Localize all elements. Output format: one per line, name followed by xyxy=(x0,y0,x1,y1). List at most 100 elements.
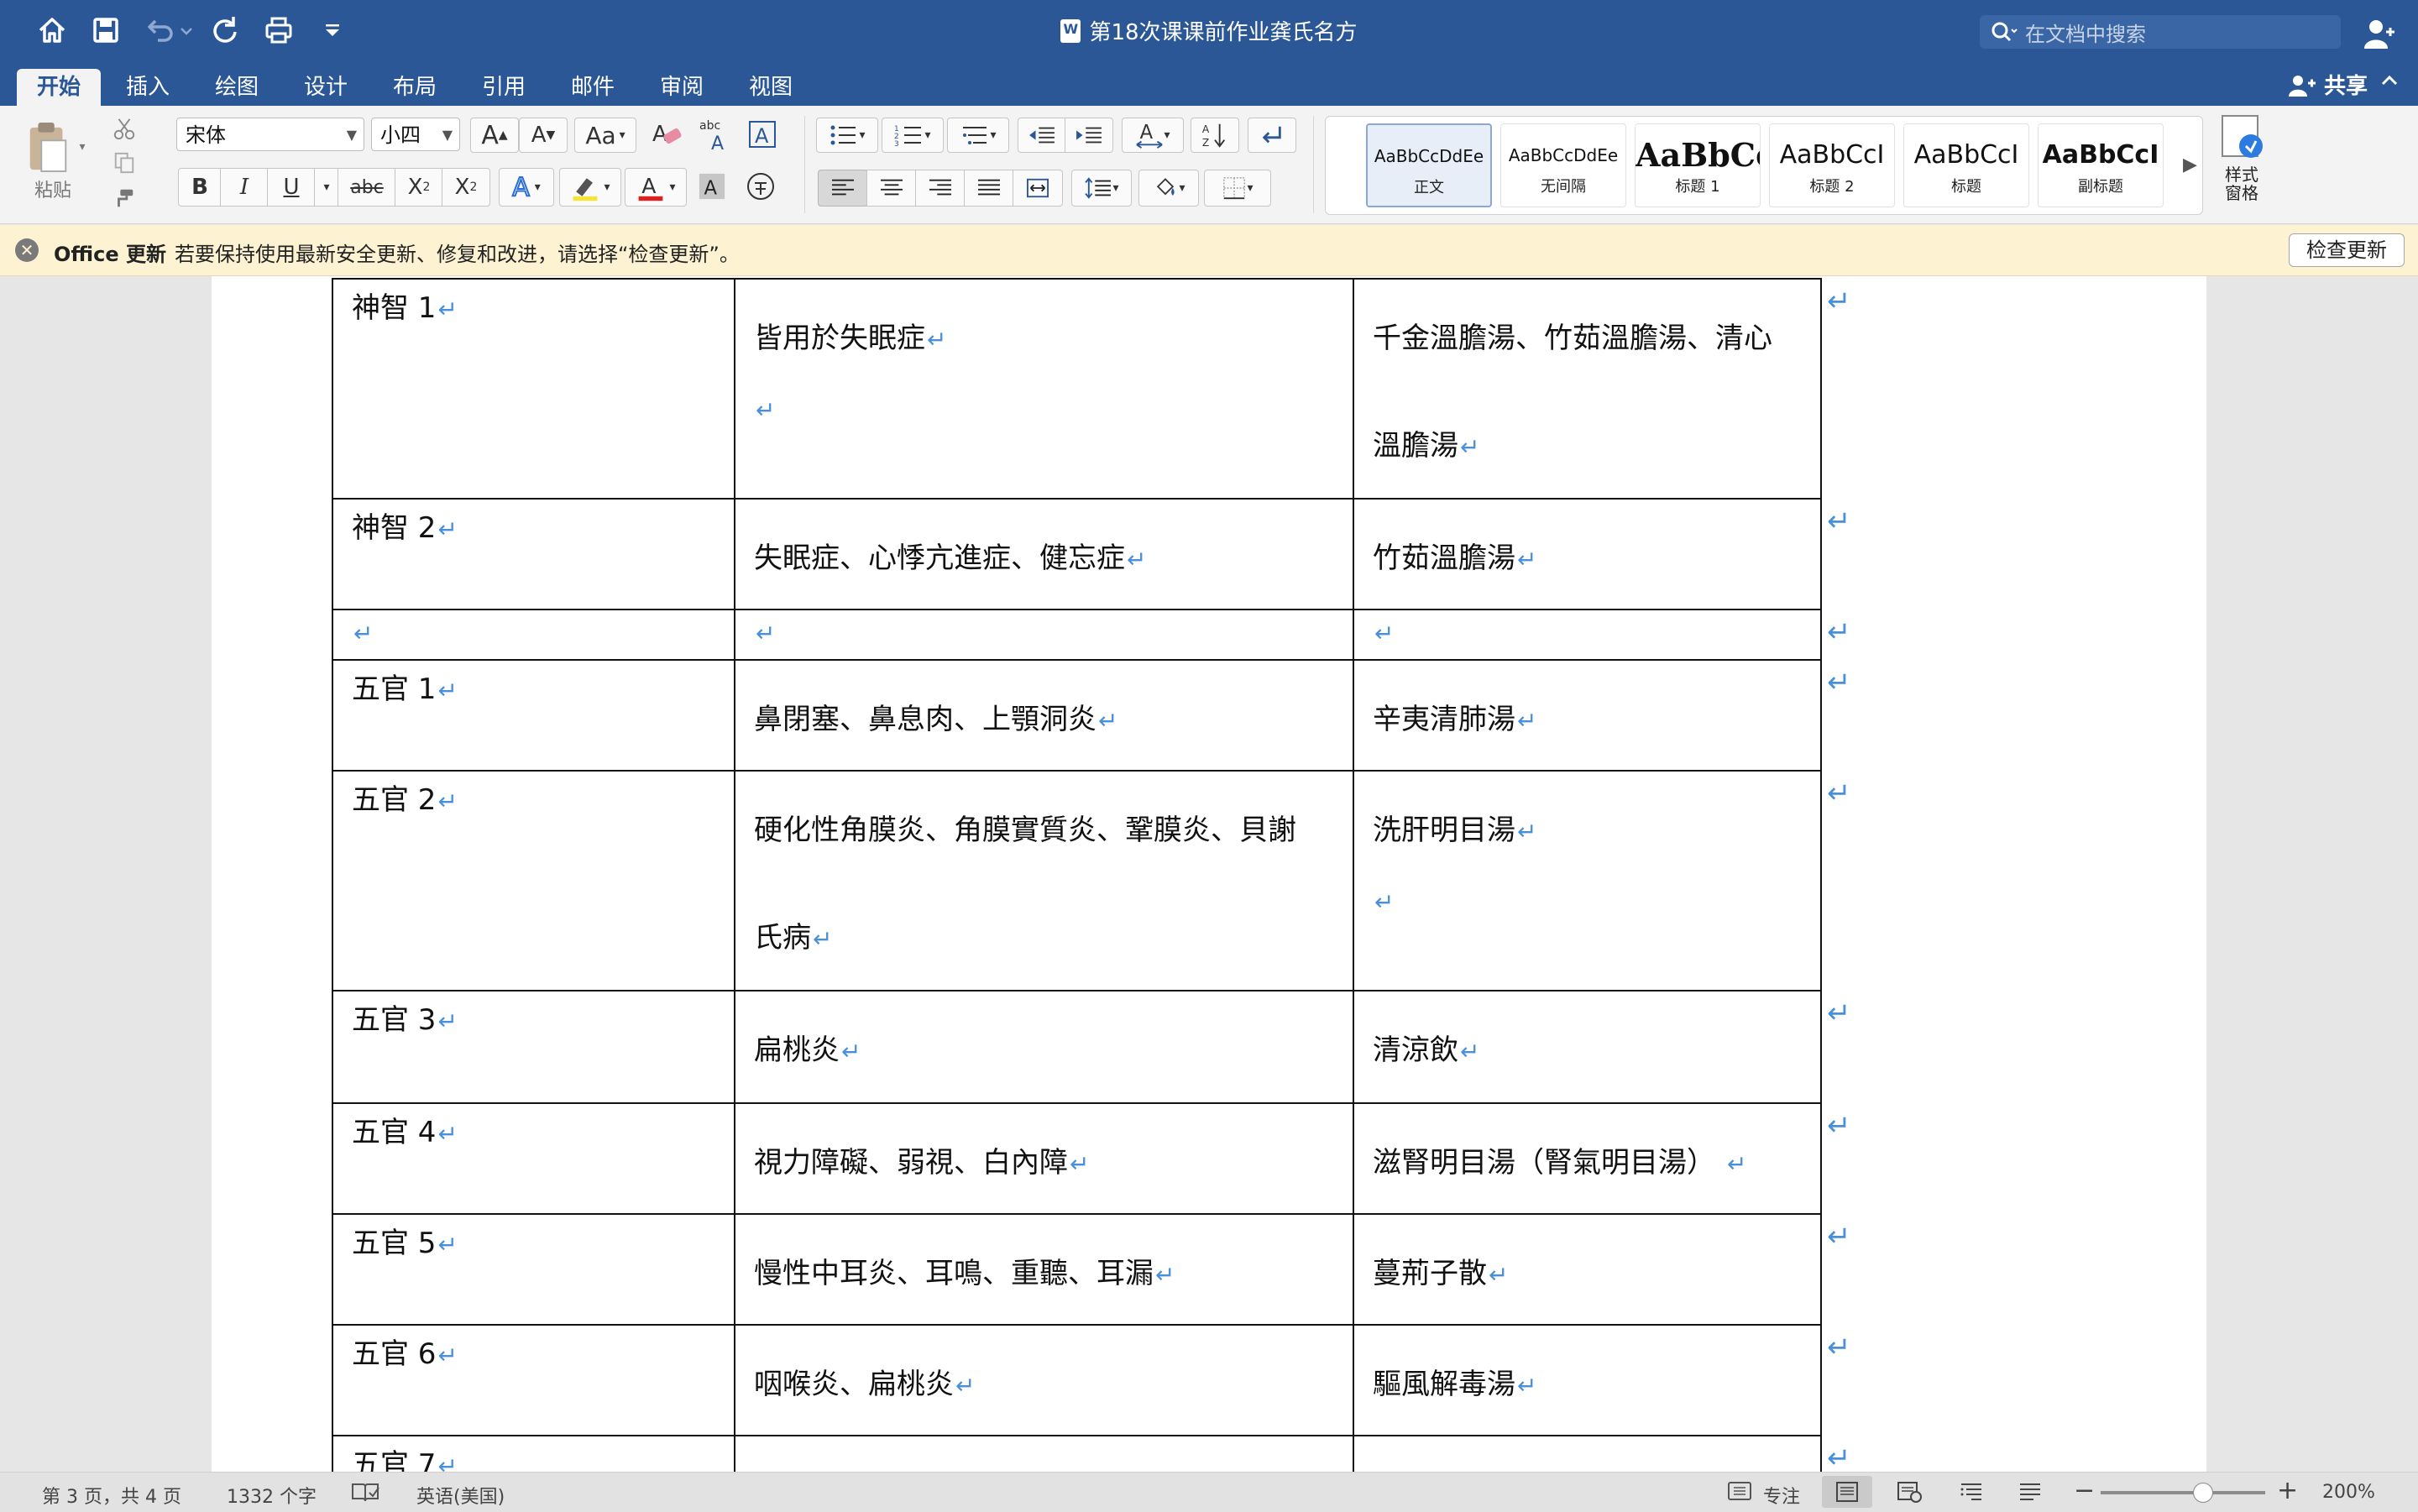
table-cell[interactable]: 皆用於失眠症↵ ↵ xyxy=(734,278,1354,500)
font-name-select[interactable]: 宋体 ▼ xyxy=(176,118,364,151)
table-cell[interactable]: 洗肝明目湯↵ ↵ xyxy=(1353,770,1822,991)
account-icon[interactable] xyxy=(2361,15,2398,52)
tab-mailings[interactable]: 邮件 xyxy=(559,69,626,106)
enclose-characters-icon[interactable] xyxy=(742,168,779,205)
table-cell[interactable]: 驅風解毒湯↵ xyxy=(1353,1324,1822,1436)
style-no-spacing[interactable]: AaBbCcDdEe 无间隔 xyxy=(1500,123,1626,207)
underline-dropdown-icon[interactable]: ▾ xyxy=(314,168,339,207)
table-cell[interactable]: 五官 7↵ xyxy=(332,1435,735,1472)
zoom-slider-handle[interactable] xyxy=(2193,1483,2213,1503)
zoom-level[interactable]: 200% xyxy=(2322,1482,2375,1503)
print-layout-icon[interactable] xyxy=(1822,1476,1872,1508)
table-cell[interactable]: 鼻閉塞、鼻息肉、上顎洞炎↵ xyxy=(734,659,1354,772)
table-cell[interactable]: 五官 4↵ xyxy=(332,1102,735,1215)
table-cell[interactable]: 五官 1↵ xyxy=(332,659,735,772)
focus-icon[interactable] xyxy=(1726,1479,1753,1508)
multilevel-list-icon[interactable]: ▾ xyxy=(947,118,1009,153)
bold-button[interactable]: B xyxy=(178,168,222,207)
table-cell[interactable]: 滋腎明目湯（腎氣明目湯） ↵ xyxy=(1353,1102,1822,1215)
language-indicator[interactable]: 英语(美国) xyxy=(416,1482,505,1509)
table-cell[interactable]: 千金溫膽湯、竹茹溫膽湯、清心 溫膽湯↵ xyxy=(1353,278,1822,500)
page-count[interactable]: 第 3 页，共 4 页 xyxy=(42,1482,181,1509)
line-spacing-icon[interactable]: ▾ xyxy=(1071,170,1132,207)
table-cell[interactable] xyxy=(1353,1435,1822,1472)
shading-icon[interactable]: ▾ xyxy=(1138,170,1199,207)
show-formatting-marks-icon[interactable] xyxy=(1248,118,1296,153)
styles-pane-button[interactable]: 样式 窗格 xyxy=(2216,114,2267,218)
tab-review[interactable]: 审阅 xyxy=(648,69,715,106)
tab-insert[interactable]: 插入 xyxy=(114,69,181,106)
table-cell[interactable]: ↵ xyxy=(734,609,1354,661)
table-cell[interactable]: 神智 1↵ xyxy=(332,278,735,500)
table-cell[interactable]: ↵ xyxy=(332,609,735,661)
table-cell[interactable]: ↵ xyxy=(1353,609,1822,661)
close-icon[interactable]: ✕ xyxy=(15,238,39,262)
phonetic-guide-icon[interactable]: abc A xyxy=(693,118,735,151)
sort-icon[interactable]: AZ xyxy=(1191,118,1239,153)
table-cell[interactable]: 扁桃炎↵ xyxy=(734,990,1354,1104)
tab-layout[interactable]: 布局 xyxy=(381,69,448,106)
justify-icon[interactable] xyxy=(964,170,1014,207)
numbering-icon[interactable]: 1 2 3 ▾ xyxy=(882,118,944,153)
superscript-button[interactable]: X2 xyxy=(442,168,490,207)
align-center-icon[interactable] xyxy=(866,170,917,207)
web-layout-icon[interactable] xyxy=(1884,1476,1934,1508)
increase-indent-icon[interactable] xyxy=(1065,118,1113,153)
zoom-out-icon[interactable]: − xyxy=(2074,1476,2095,1505)
paste-dropdown-icon[interactable]: ▾ xyxy=(76,134,89,160)
bullets-icon[interactable]: ▾ xyxy=(816,118,878,153)
grow-font-icon[interactable]: A ▲ xyxy=(470,118,519,153)
table-cell[interactable]: 五官 6↵ xyxy=(332,1324,735,1436)
character-shading-icon[interactable]: A xyxy=(693,168,730,205)
borders-icon[interactable]: ▾ xyxy=(1204,170,1271,207)
tab-draw[interactable]: 绘图 xyxy=(203,69,270,106)
tab-home[interactable]: 开始 xyxy=(17,69,101,106)
style-heading-1[interactable]: AaBbCc 标题 1 xyxy=(1635,123,1761,207)
tab-view[interactable]: 视图 xyxy=(737,69,804,106)
style-normal[interactable]: AaBbCcDdEe 正文 xyxy=(1366,123,1492,207)
chevron-right-icon[interactable]: ▶ xyxy=(2183,154,2197,175)
table-cell[interactable] xyxy=(734,1435,1354,1472)
word-count[interactable]: 1332 个字 xyxy=(227,1482,317,1509)
tab-references[interactable]: 引用 xyxy=(470,69,537,106)
character-border-icon[interactable]: A xyxy=(744,118,781,151)
cut-icon[interactable] xyxy=(107,114,141,144)
style-title[interactable]: AaBbCcI 标题 xyxy=(1903,123,2029,207)
align-right-icon[interactable] xyxy=(915,170,966,207)
document-workspace[interactable]: 神智 1↵ 皆用於失眠症↵ ↵ 千金溫膽湯、竹茹溫膽湯、清心 溫膽湯↵ 神智 2… xyxy=(0,276,2418,1472)
tab-design[interactable]: 设计 xyxy=(292,69,359,106)
zoom-in-icon[interactable]: + xyxy=(2277,1476,2298,1505)
strikethrough-button[interactable]: abc xyxy=(338,168,396,207)
table-cell[interactable]: 硬化性角膜炎、角膜實質炎、鞏膜炎、貝謝 氏病↵ xyxy=(734,770,1354,991)
paste-icon[interactable] xyxy=(18,116,77,180)
table-cell[interactable]: 竹茹溫膽湯↵ xyxy=(1353,498,1822,610)
style-subtitle[interactable]: AaBbCcI 副标题 xyxy=(2038,123,2164,207)
draft-view-icon[interactable] xyxy=(2005,1476,2055,1508)
table-cell[interactable]: 五官 5↵ xyxy=(332,1213,735,1326)
format-painter-icon[interactable] xyxy=(107,183,141,213)
table-cell[interactable]: 五官 3↵ xyxy=(332,990,735,1104)
change-case-icon[interactable]: Aa ▾ xyxy=(574,118,636,153)
zoom-slider[interactable] xyxy=(2101,1491,2265,1494)
table-cell[interactable]: 辛夷清肺湯↵ xyxy=(1353,659,1822,772)
table-cell[interactable]: 失眠症、心悸亢進症、健忘症↵ xyxy=(734,498,1354,610)
search-box[interactable]: 在文档中搜索 xyxy=(1980,15,2341,49)
outline-view-icon[interactable] xyxy=(1946,1476,1997,1508)
copy-icon[interactable] xyxy=(107,148,141,178)
collapse-ribbon-icon[interactable] xyxy=(2379,71,2400,97)
shrink-font-icon[interactable]: A ▼ xyxy=(519,118,568,153)
table-cell[interactable]: 蔓荊子散↵ xyxy=(1353,1213,1822,1326)
align-left-icon[interactable] xyxy=(818,170,868,207)
font-size-select[interactable]: 小四 ▼ xyxy=(371,118,460,151)
table-cell[interactable]: 咽喉炎、扁桃炎↵ xyxy=(734,1324,1354,1436)
highlight-color-icon[interactable]: ▾ xyxy=(559,168,621,207)
style-heading-2[interactable]: AaBbCcI 标题 2 xyxy=(1769,123,1895,207)
text-effects-icon[interactable]: A ▾ xyxy=(499,168,554,207)
table-cell[interactable]: 五官 2↵ xyxy=(332,770,735,991)
proofing-icon[interactable] xyxy=(351,1479,379,1509)
font-color-icon[interactable]: A ▾ xyxy=(625,168,687,207)
table-cell[interactable]: 慢性中耳炎、耳鳴、重聽、耳漏↵ xyxy=(734,1213,1354,1326)
table-cell[interactable]: 視力障礙、弱視、白內障↵ xyxy=(734,1102,1354,1215)
table-cell[interactable]: 神智 2↵ xyxy=(332,498,735,610)
distributed-icon[interactable] xyxy=(1013,170,1063,207)
